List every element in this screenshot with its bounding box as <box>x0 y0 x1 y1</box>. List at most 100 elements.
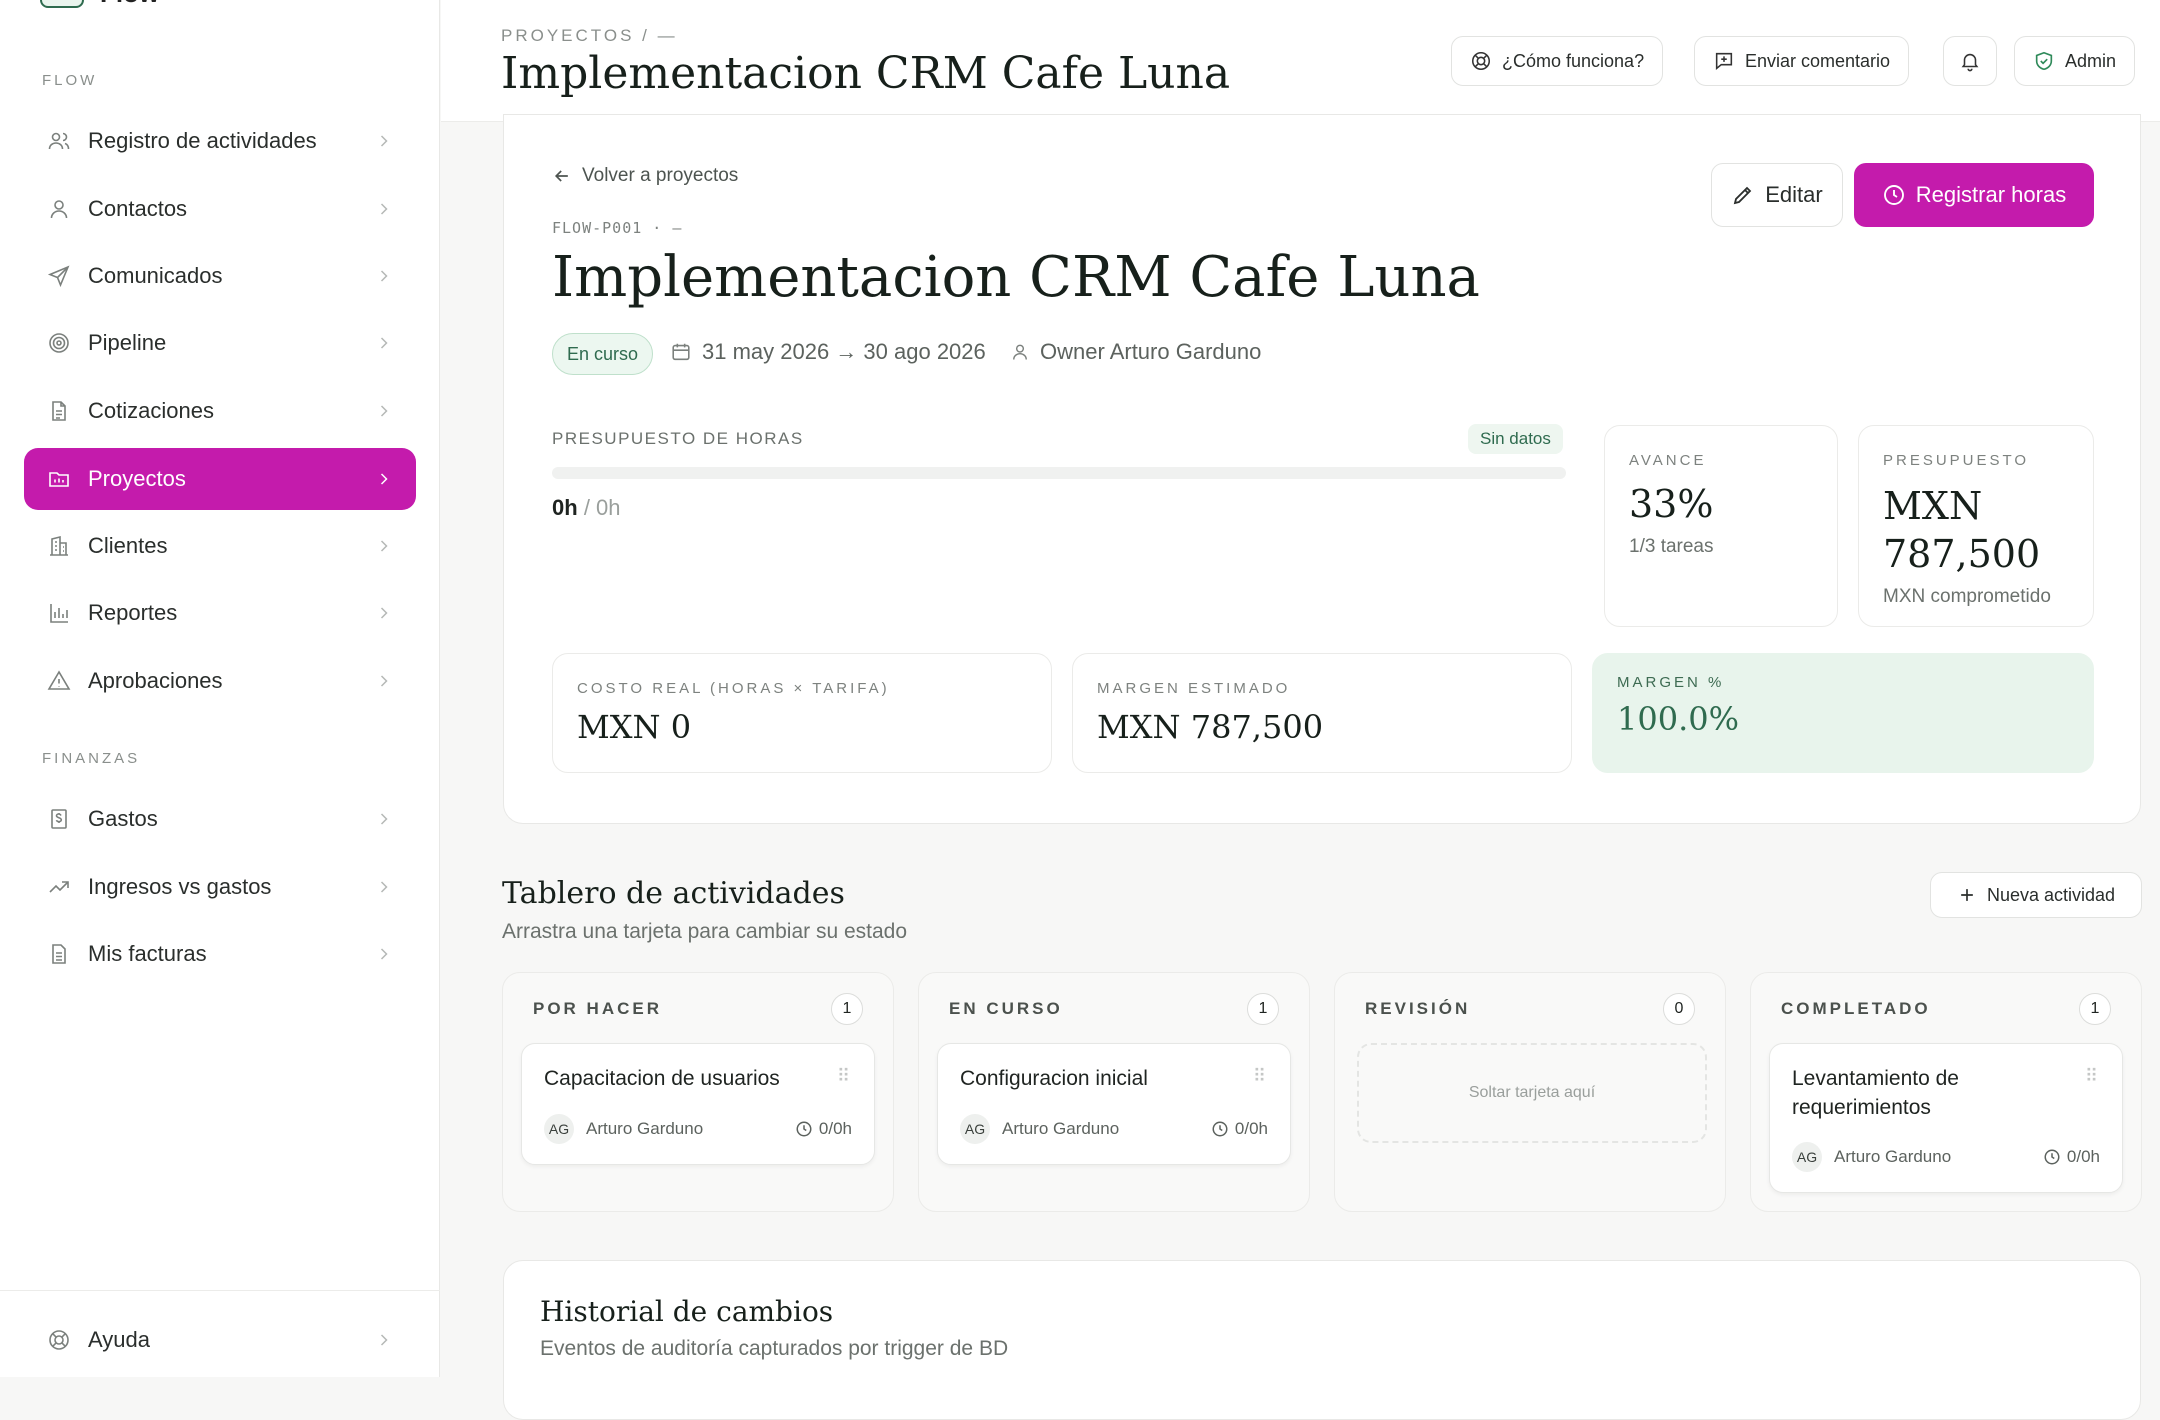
chevron-right-icon <box>380 607 388 619</box>
sidebar-item-ayuda[interactable]: Ayuda <box>24 1309 416 1371</box>
history-subtitle: Eventos de auditoría capturados por trig… <box>540 1337 1009 1360</box>
sidebar-item-label: Reportes <box>88 600 178 625</box>
board-subtitle: Arrastra una tarjeta para cambiar su est… <box>502 920 908 943</box>
avance-value: 33% <box>1629 482 1714 526</box>
admin-label: Admin <box>2065 50 2117 71</box>
sidebar-item-label: Gastos <box>88 806 158 831</box>
target-icon <box>46 330 72 356</box>
sidebar-item-clientes[interactable]: Clientes <box>24 515 416 577</box>
sidebar-item-contactos[interactable]: Contactos <box>24 178 416 240</box>
task-hours-value: 0/0h <box>1234 1119 1268 1138</box>
users-icon <box>46 128 72 154</box>
project-dates: 31 may 2026 → 30 ago 2026 <box>670 339 986 365</box>
hours-progress-bar <box>552 467 1566 479</box>
user-icon <box>1013 344 1027 360</box>
sidebar-footer: Ayuda <box>0 1290 440 1352</box>
drag-handle-icon[interactable]: ⠿ <box>837 1066 850 1087</box>
hours-total: / 0h <box>583 495 621 520</box>
costo-real-stat: COSTO REAL (HORAS × TARIFA) MXN 0 <box>552 653 1052 773</box>
how-it-works-label: ¿Cómo funciona? <box>1502 50 1645 71</box>
document-icon <box>46 398 72 424</box>
brand-name: Flow <box>100 0 159 9</box>
sidebar-item-label: Ingresos vs gastos <box>88 874 272 899</box>
task-card[interactable]: Configuracion inicial ⠿ AG Arturo Gardun… <box>937 1043 1291 1165</box>
back-label: Volver a proyectos <box>582 165 739 186</box>
how-it-works-button[interactable]: ¿Cómo funciona? <box>1451 36 1664 86</box>
sidebar-item-registro-de-actividades[interactable]: Registro de actividades <box>24 110 416 172</box>
drop-zone[interactable]: Soltar tarjeta aquí <box>1357 1043 1707 1143</box>
page-title: Implementacion CRM Cafe Luna <box>501 48 1231 99</box>
sidebar-item-pipeline[interactable]: Pipeline <box>24 312 416 374</box>
section-label-flow: FLOW <box>42 72 98 89</box>
task-hours-value: 0/0h <box>2066 1147 2100 1166</box>
sidebar-item-aprobaciones[interactable]: Aprobaciones <box>24 650 416 712</box>
hours-budget-caption: PRESUPUESTO DE HORAS <box>552 429 804 448</box>
new-activity-label: Nueva actividad <box>1986 884 2116 905</box>
bell-icon <box>1961 53 1979 72</box>
hours-used: 0h <box>552 495 578 520</box>
task-title: Capacitacion de usuarios <box>544 1067 780 1090</box>
sidebar-item-cotizaciones[interactable]: Cotizaciones <box>24 380 416 442</box>
send-icon <box>46 263 72 289</box>
clock-icon <box>1212 1121 1228 1137</box>
edit-label: Editar <box>1765 182 1823 207</box>
drag-handle-icon[interactable]: ⠿ <box>1253 1066 1266 1087</box>
margen-pct-caption: MARGEN % <box>1617 674 1725 691</box>
drag-handle-icon[interactable]: ⠿ <box>2085 1066 2098 1087</box>
sidebar-item-label: Mis facturas <box>88 941 207 966</box>
sidebar: Flow FLOW Registro de actividades Contac… <box>0 0 440 1377</box>
date-range: 31 may 2026 → 30 ago 2026 <box>702 339 986 364</box>
log-hours-button[interactable]: Registrar horas <box>1854 163 2094 227</box>
no-data-badge: Sin datos <box>1468 424 1563 454</box>
sidebar-item-ingresos-vs-gastos[interactable]: Ingresos vs gastos <box>24 856 416 918</box>
bar-chart-icon <box>46 600 72 626</box>
log-hours-label: Registrar horas <box>1915 182 2067 207</box>
admin-button[interactable]: Admin <box>2014 36 2136 86</box>
task-title: Configuracion inicial <box>960 1067 1148 1090</box>
arrow-left-icon <box>554 170 568 182</box>
building-icon <box>46 533 72 559</box>
chevron-right-icon <box>380 540 388 552</box>
section-label-finanzas: FINANZAS <box>42 750 141 767</box>
costo-value: MXN 0 <box>577 708 692 746</box>
task-card[interactable]: Capacitacion de usuarios ⠿ AG Arturo Gar… <box>521 1043 875 1165</box>
send-feedback-button[interactable]: Enviar comentario <box>1694 36 1910 86</box>
task-meta: AG Arturo Garduno 0/0h <box>1792 1142 2100 1172</box>
task-owner: Arturo Garduno <box>586 1119 704 1138</box>
sidebar-item-proyectos[interactable]: Proyectos <box>24 448 416 510</box>
task-card[interactable]: Levantamiento de requerimientos ⠿ AG Art… <box>1769 1043 2123 1193</box>
board-column-completado: COMPLETADO 1 Levantamiento de requerimie… <box>1750 972 2142 1212</box>
send-feedback-label: Enviar comentario <box>1745 50 1891 71</box>
edit-button[interactable]: Editar <box>1711 163 1843 227</box>
sidebar-item-label: Contactos <box>88 196 188 221</box>
sidebar-item-label: Clientes <box>88 533 168 558</box>
sidebar-item-label: Proyectos <box>88 466 186 491</box>
presupuesto-value: MXN 787,500 <box>1883 484 2041 576</box>
task-title: Levantamiento de requerimientos <box>1792 1067 1959 1119</box>
owner-label: Owner Arturo Garduno <box>1040 339 1262 364</box>
receipt-icon <box>46 806 72 832</box>
column-count: 1 <box>831 993 863 1025</box>
task-meta: AG Arturo Garduno 0/0h <box>544 1114 852 1144</box>
brand[interactable]: Flow <box>40 0 159 8</box>
task-hours-value: 0/0h <box>818 1119 852 1138</box>
column-title: POR HACER <box>533 999 663 1018</box>
board-column-por-hacer: POR HACER 1 Capacitacion de usuarios ⠿ A… <box>502 972 894 1212</box>
sidebar-item-gastos[interactable]: Gastos <box>24 788 416 850</box>
sidebar-item-reportes[interactable]: Reportes <box>24 582 416 644</box>
column-title: REVISIÓN <box>1365 999 1471 1018</box>
new-activity-button[interactable]: Nueva actividad <box>1930 872 2142 918</box>
task-hours: 0/0h <box>1211 1119 1268 1139</box>
invoice-icon <box>46 941 72 967</box>
chevron-right-icon <box>380 1334 388 1346</box>
avance-stat: AVANCE 33% 1/3 tareas <box>1604 425 1838 627</box>
column-count: 1 <box>1247 993 1279 1025</box>
sidebar-item-comunicados[interactable]: Comunicados <box>24 245 416 307</box>
back-to-projects-link[interactable]: Volver a proyectos <box>552 165 738 187</box>
sidebar-item-label: Comunicados <box>88 263 223 288</box>
chevron-right-icon <box>380 203 388 215</box>
breadcrumb[interactable]: PROYECTOS / — <box>501 26 678 46</box>
sidebar-item-mis-facturas[interactable]: Mis facturas <box>24 923 416 985</box>
notifications-button[interactable] <box>1943 36 1997 86</box>
brand-logo <box>40 0 84 8</box>
